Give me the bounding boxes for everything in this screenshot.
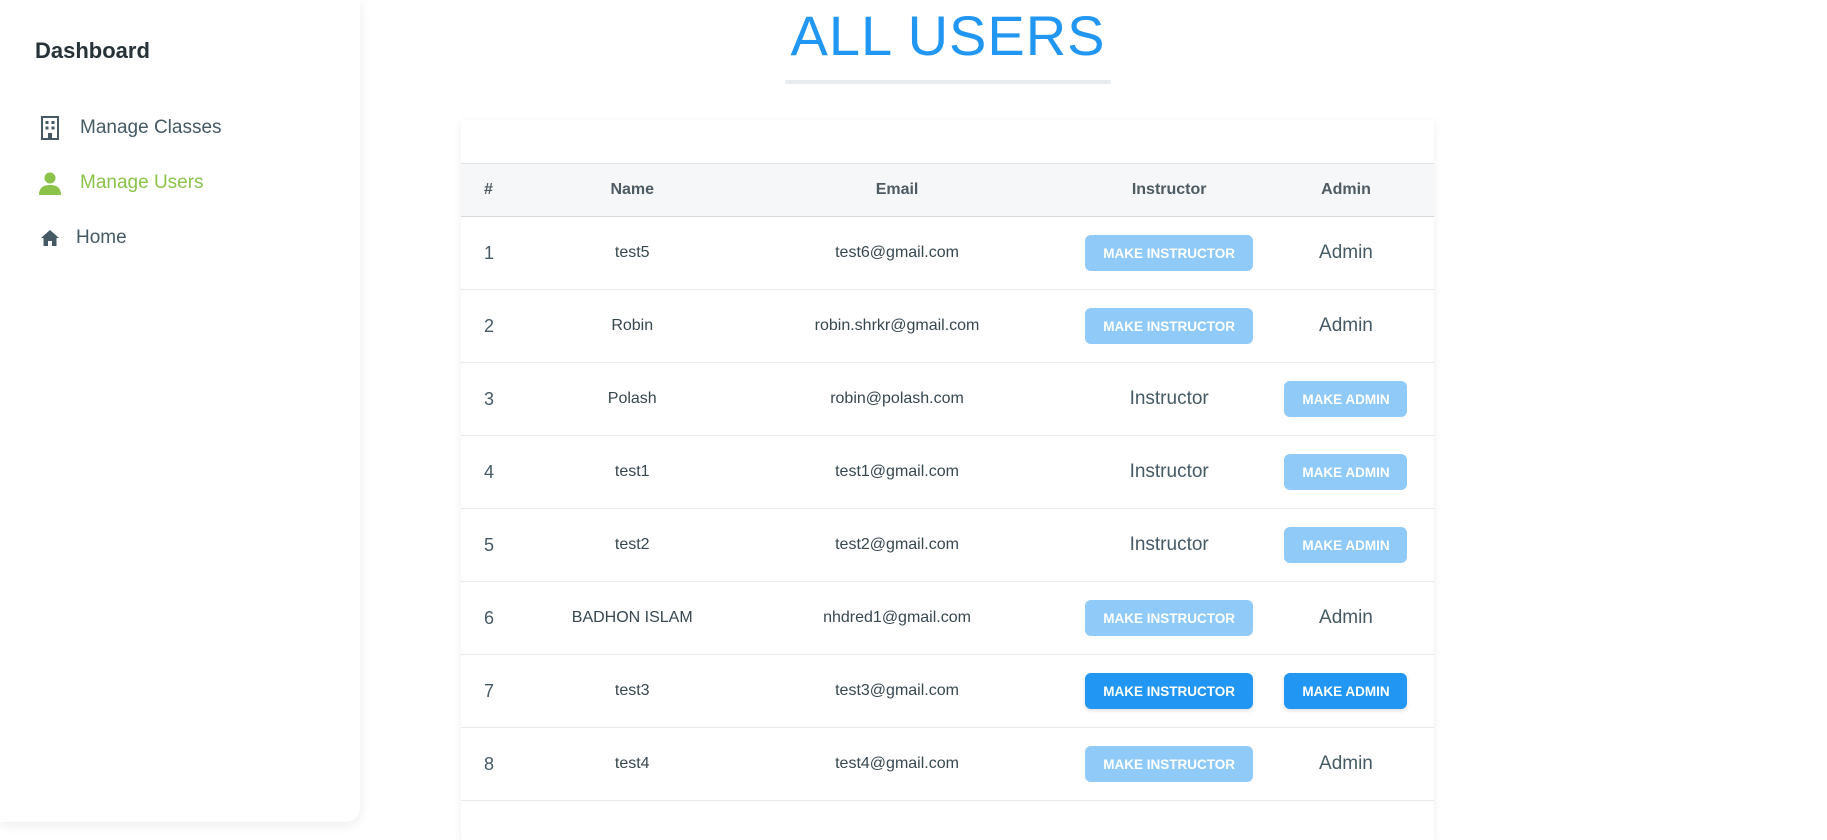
- admin-status: Admin: [1319, 242, 1373, 263]
- row-number: 8: [484, 753, 495, 774]
- user-name: Polash: [607, 390, 657, 407]
- make-instructor-button[interactable]: MAKE INSTRUCTOR: [1085, 746, 1254, 782]
- user-name: test3: [614, 682, 650, 699]
- table-header-row: # Name Email Instructor Admin: [461, 163, 1434, 217]
- sidebar-title: Dashboard: [35, 38, 150, 63]
- sidebar-item-label: Manage Users: [80, 172, 204, 193]
- row-number: 2: [484, 315, 495, 336]
- admin-status: Admin: [1319, 315, 1373, 336]
- user-email: test3@gmail.com: [835, 682, 959, 699]
- make-instructor-button[interactable]: MAKE INSTRUCTOR: [1085, 673, 1254, 709]
- table-row: 5 test2 test2@gmail.com Instructor MAKE …: [461, 509, 1434, 582]
- users-table-card: # Name Email Instructor Admin 1 test5 te…: [461, 120, 1434, 840]
- page-title: ALL USERS: [790, 4, 1106, 67]
- row-number: 7: [484, 680, 495, 701]
- header-number: #: [484, 181, 493, 198]
- sidebar-item-manage-classes[interactable]: Manage Classes: [38, 116, 222, 140]
- make-admin-button[interactable]: MAKE ADMIN: [1284, 454, 1408, 490]
- user-icon: [38, 171, 62, 195]
- instructor-status: Instructor: [1129, 461, 1209, 482]
- user-name: Robin: [611, 317, 654, 334]
- table-row: 3 Polash robin@polash.com Instructor MAK…: [461, 363, 1434, 436]
- table-row: 8 test4 test4@gmail.com MAKE INSTRUCTOR …: [461, 728, 1434, 801]
- instructor-status: Instructor: [1129, 388, 1209, 409]
- user-email: test1@gmail.com: [835, 463, 959, 480]
- user-name: test1: [614, 463, 650, 480]
- admin-status: Admin: [1319, 607, 1373, 628]
- sidebar-item-label: Home: [76, 227, 127, 248]
- sidebar-item-label: Manage Classes: [80, 117, 222, 138]
- user-email: robin@polash.com: [830, 390, 964, 407]
- user-name: test4: [614, 755, 650, 772]
- sidebar-item-manage-users[interactable]: Manage Users: [38, 171, 204, 195]
- sidebar-item-home[interactable]: Home: [38, 226, 127, 250]
- user-email: test2@gmail.com: [835, 536, 959, 553]
- admin-status: Admin: [1319, 753, 1373, 774]
- header-name: Name: [610, 181, 655, 198]
- user-name: test5: [614, 244, 650, 261]
- header-instructor: Instructor: [1131, 181, 1207, 198]
- home-icon: [38, 226, 62, 250]
- user-name: test2: [614, 536, 650, 553]
- make-admin-button[interactable]: MAKE ADMIN: [1284, 673, 1408, 709]
- row-number: 1: [484, 242, 495, 263]
- row-number: 6: [484, 607, 495, 628]
- user-name: BADHON ISLAM: [571, 609, 693, 626]
- user-email: nhdred1@gmail.com: [823, 609, 971, 626]
- sidebar: Dashboard Manage Classes Manage Users Ho…: [0, 0, 360, 822]
- user-email: test6@gmail.com: [835, 244, 959, 261]
- table-row: 4 test1 test1@gmail.com Instructor MAKE …: [461, 436, 1434, 509]
- page-header: ALL USERS: [783, 0, 1113, 84]
- table-row: 7 test3 test3@gmail.com MAKE INSTRUCTOR …: [461, 655, 1434, 728]
- title-divider: [785, 80, 1111, 84]
- make-admin-button[interactable]: MAKE ADMIN: [1284, 381, 1408, 417]
- header-admin: Admin: [1321, 181, 1371, 198]
- row-number: 3: [484, 388, 495, 409]
- make-admin-button[interactable]: MAKE ADMIN: [1284, 527, 1408, 563]
- make-instructor-button[interactable]: MAKE INSTRUCTOR: [1085, 600, 1254, 636]
- make-instructor-button[interactable]: MAKE INSTRUCTOR: [1085, 235, 1254, 271]
- user-email: robin.shrkr@gmail.com: [814, 317, 980, 334]
- building-icon: [38, 116, 62, 140]
- row-number: 4: [484, 461, 495, 482]
- table-row: 2 Robin robin.shrkr@gmail.com MAKE INSTR…: [461, 290, 1434, 363]
- instructor-status: Instructor: [1129, 534, 1209, 555]
- table-row: 1 test5 test6@gmail.com MAKE INSTRUCTOR …: [461, 217, 1434, 290]
- user-email: test4@gmail.com: [835, 755, 959, 772]
- make-instructor-button[interactable]: MAKE INSTRUCTOR: [1085, 308, 1254, 344]
- users-table: # Name Email Instructor Admin 1 test5 te…: [461, 163, 1434, 801]
- header-email: Email: [875, 181, 919, 198]
- table-row: 6 BADHON ISLAM nhdred1@gmail.com MAKE IN…: [461, 582, 1434, 655]
- row-number: 5: [484, 534, 495, 555]
